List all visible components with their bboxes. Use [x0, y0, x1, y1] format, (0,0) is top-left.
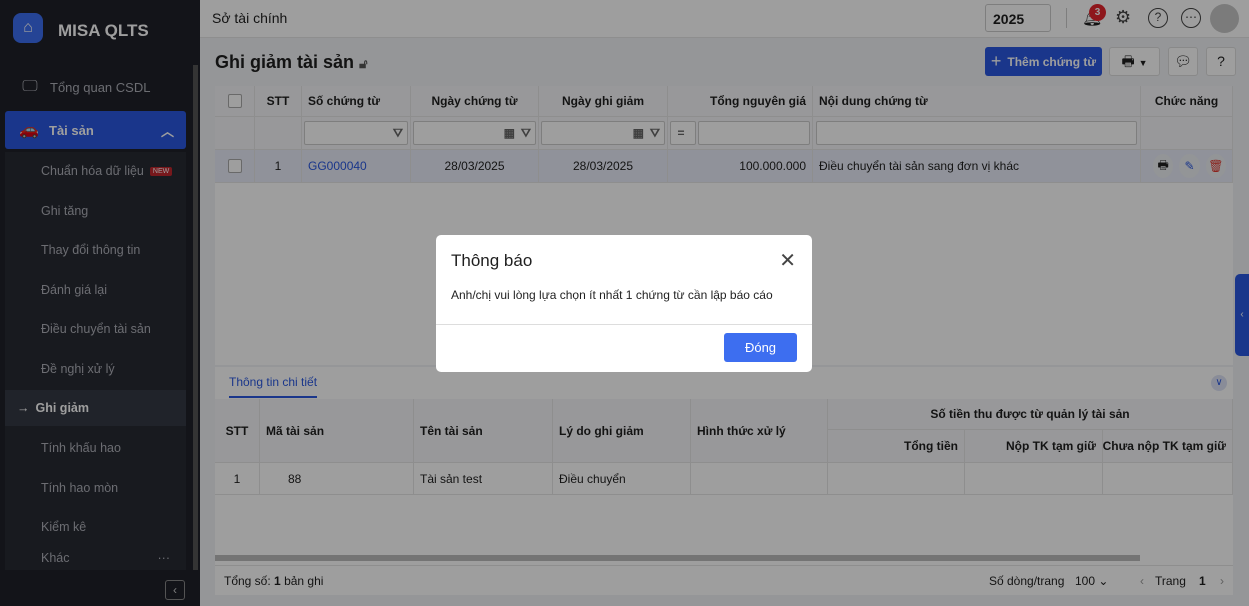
dialog-message: Anh/chị vui lòng lựa chọn ít nhất 1 chứn…: [451, 288, 773, 302]
close-icon[interactable]: ✕: [779, 248, 796, 273]
divider: [436, 324, 812, 325]
close-button[interactable]: Đóng: [724, 333, 797, 362]
dialog-title: Thông báo: [451, 251, 533, 270]
notification-dialog: Thông báo ✕ Anh/chị vui lòng lựa chọn ít…: [436, 235, 812, 372]
